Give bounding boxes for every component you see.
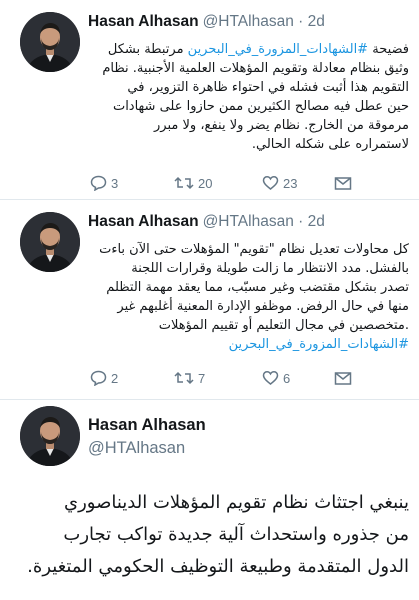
tweet-line: لاستمراره على شكله الحالي. (251, 137, 409, 152)
tweet-line: كل محاولات تعديل نظام "تقويم" المؤهلات ح… (99, 242, 409, 257)
tweet-line: من جذوره واستحداث آلية جديدة تواكب تجارب (63, 524, 409, 545)
tweet-line: فضيحة #الشهادات_المزورة_في_البحرين مرتبط… (107, 42, 409, 57)
tweet-line: وثيق بنظام معادلة وتقويم المؤهلات العلمي… (102, 61, 409, 76)
tweet-line: .متخصصين في مجال التعليم أو تقييم المؤهل… (158, 318, 409, 333)
reply-button[interactable]: 2 (90, 370, 118, 386)
retweet-icon (174, 176, 194, 190)
tweet-text: كل محاولات تعديل نظام "تقويم" المؤهلات ح… (88, 240, 409, 354)
author-handle[interactable]: @HTAlhasan (88, 439, 206, 458)
tweet-header: Hasan Alhasan @HTAlhasan · 2d (88, 213, 411, 231)
tweet-line: بالفشل. مدد الانتظار ما زالت طويلة وقرار… (131, 261, 409, 276)
retweet-icon (174, 371, 194, 385)
tweet-3[interactable]: Hasan Alhasan @HTAlhasan ينبغي اجتثاث نظ… (0, 400, 419, 600)
retweet-count: 7 (198, 370, 206, 386)
like-button[interactable]: 23 (262, 175, 297, 191)
tweet-1[interactable]: Hasan Alhasan @HTAlhasan · 2d فضيحة #الشه… (0, 0, 419, 200)
tweet-line: حين عطل فيه مصالح الكثيرين ممن حازوا على… (112, 99, 409, 114)
share-button[interactable] (334, 370, 352, 386)
retweet-button[interactable]: 20 (174, 175, 212, 191)
author-name[interactable]: Hasan Alhasan (88, 416, 206, 435)
reply-icon (90, 370, 107, 386)
author-handle-date[interactable]: @HTAlhasan · 2d (203, 213, 325, 230)
like-count: 23 (283, 175, 298, 191)
tweet-header: Hasan Alhasan @HTAlhasan · 2d (88, 13, 411, 31)
tweet-header: Hasan Alhasan @HTAlhasan (88, 416, 206, 458)
envelope-icon (334, 372, 352, 385)
share-button[interactable] (334, 175, 352, 191)
tweet-text: فضيحة #الشهادات_المزورة_في_البحرين مرتبط… (88, 40, 409, 154)
retweet-button[interactable]: 7 (174, 370, 205, 386)
tweet-2[interactable]: Hasan Alhasan @HTAlhasan · 2d كل محاولات … (0, 200, 419, 400)
tweet-line: منها في حال الرفض. موظفو الإدارة المعنية… (117, 299, 409, 314)
heart-icon (262, 176, 279, 190)
hashtag-link[interactable]: #الشهادات_المزورة_في_البحرين (188, 42, 368, 57)
author-handle-date[interactable]: @HTAlhasan · 2d (203, 13, 325, 30)
retweet-count: 20 (198, 175, 213, 191)
heart-icon (262, 371, 279, 385)
avatar[interactable] (20, 12, 80, 72)
tweet-line: الدول المتقدمة وطبيعة التوظيف الحكومي ال… (27, 556, 409, 577)
reply-icon (90, 175, 107, 191)
like-button[interactable]: 6 (262, 370, 290, 386)
tweet-text: ينبغي اجتثاث نظام تقويم المؤهلات الديناص… (10, 487, 409, 583)
tweet-actions: 3 20 23 (88, 175, 352, 195)
author-name[interactable]: Hasan Alhasan (88, 213, 199, 230)
hashtag-link[interactable]: #الشهادات_المزورة_في_البحرين (88, 335, 409, 354)
avatar[interactable] (20, 212, 80, 272)
reply-count: 2 (111, 370, 119, 386)
like-count: 6 (283, 370, 291, 386)
author-name[interactable]: Hasan Alhasan (88, 13, 199, 30)
reply-button[interactable]: 3 (90, 175, 118, 191)
tweet-line: مرموقة من الخارج. نظام يضر ولا ينفع، ولا… (154, 118, 409, 133)
reply-count: 3 (111, 175, 119, 191)
tweet-line: التقويم هذا أثبت فشله في احتواء ظاهرة ال… (127, 80, 409, 95)
tweet-line: تصدر بشكل مقتضب وغير مسبّب، مما يعقد مهم… (106, 280, 409, 295)
tweet-line: ينبغي اجتثاث نظام تقويم المؤهلات الديناص… (64, 492, 409, 513)
envelope-icon (334, 177, 352, 190)
avatar[interactable] (20, 406, 80, 466)
tweet-actions: 2 7 6 (88, 370, 352, 390)
